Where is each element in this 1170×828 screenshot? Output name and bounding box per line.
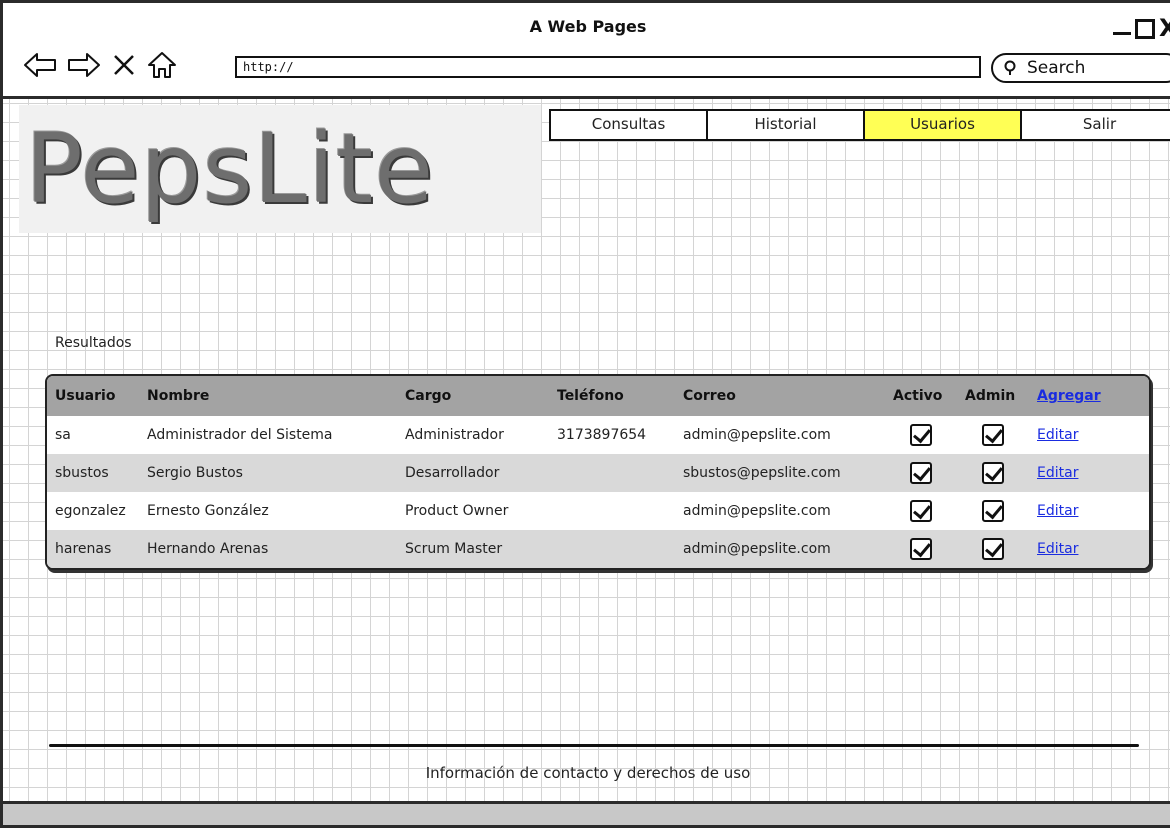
cell-correo: admin@pepslite.com xyxy=(675,530,885,568)
menu-item-historial[interactable]: Historial xyxy=(708,111,865,139)
cell-telefono xyxy=(549,454,675,492)
cell-activo xyxy=(885,454,957,492)
cell-nombre: Administrador del Sistema xyxy=(139,416,397,454)
app-logo: PepsLite xyxy=(19,105,541,233)
users-table: Usuario Nombre Cargo Teléfono Correo Act… xyxy=(47,376,1149,568)
edit-link[interactable]: Editar xyxy=(1037,465,1078,481)
search-icon xyxy=(1004,60,1016,75)
col-header-cargo: Cargo xyxy=(397,376,549,416)
cell-nombre: Ernesto González xyxy=(139,492,397,530)
back-arrow-icon[interactable] xyxy=(23,52,57,78)
cell-action: Editar xyxy=(1029,492,1149,530)
col-header-telefono: Teléfono xyxy=(549,376,675,416)
search-placeholder: Search xyxy=(1027,58,1086,78)
close-window-icon[interactable]: X xyxy=(1159,17,1170,39)
cell-telefono xyxy=(549,530,675,568)
results-heading: Resultados xyxy=(55,335,132,351)
menu-item-consultas[interactable]: Consultas xyxy=(551,111,708,139)
col-header-usuario: Usuario xyxy=(47,376,139,416)
edit-link[interactable]: Editar xyxy=(1037,541,1078,557)
home-icon[interactable] xyxy=(147,51,177,79)
cell-activo xyxy=(885,530,957,568)
activo-checkbox[interactable] xyxy=(910,538,932,560)
cell-telefono: 3173897654 xyxy=(549,416,675,454)
cell-telefono xyxy=(549,492,675,530)
cell-usuario: sa xyxy=(47,416,139,454)
col-header-admin: Admin xyxy=(957,376,1029,416)
edit-link[interactable]: Editar xyxy=(1037,427,1078,443)
cell-nombre: Hernando Arenas xyxy=(139,530,397,568)
cell-correo: sbustos@pepslite.com xyxy=(675,454,885,492)
forward-arrow-icon[interactable] xyxy=(67,52,101,78)
col-header-correo: Correo xyxy=(675,376,885,416)
stop-icon[interactable] xyxy=(111,52,137,78)
add-user-link[interactable]: Agregar xyxy=(1037,388,1101,404)
cell-admin xyxy=(957,530,1029,568)
menu-item-usuarios[interactable]: Usuarios xyxy=(865,111,1022,139)
footer-info: Información de contacto y derechos de us… xyxy=(425,764,751,782)
browser-window: A Web Pages X http:// xyxy=(0,0,1170,828)
cell-cargo: Product Owner xyxy=(397,492,549,530)
cell-activo xyxy=(885,416,957,454)
cell-admin xyxy=(957,492,1029,530)
table-row: sa Administrador del Sistema Administrad… xyxy=(47,416,1149,454)
cell-correo: admin@pepslite.com xyxy=(675,492,885,530)
cell-action: Editar xyxy=(1029,530,1149,568)
activo-checkbox[interactable] xyxy=(910,500,932,522)
status-bar xyxy=(3,801,1170,825)
menu-item-salir[interactable]: Salir xyxy=(1022,111,1170,139)
nav-buttons xyxy=(23,51,177,79)
cell-usuario: sbustos xyxy=(47,454,139,492)
table-row: egonzalez Ernesto González Product Owner… xyxy=(47,492,1149,530)
cell-correo: admin@pepslite.com xyxy=(675,416,885,454)
col-header-activo: Activo xyxy=(885,376,957,416)
table-row: sbustos Sergio Bustos Desarrollador sbus… xyxy=(47,454,1149,492)
activo-checkbox[interactable] xyxy=(910,424,932,446)
cell-admin xyxy=(957,416,1029,454)
admin-checkbox[interactable] xyxy=(982,500,1004,522)
users-table-container: Usuario Nombre Cargo Teléfono Correo Act… xyxy=(45,374,1151,570)
col-header-nombre: Nombre xyxy=(139,376,397,416)
main-menu: Consultas Historial Usuarios Salir xyxy=(549,109,1170,141)
page-content: PepsLite Consultas Historial Usuarios Sa… xyxy=(3,99,1170,801)
admin-checkbox[interactable] xyxy=(982,462,1004,484)
cell-usuario: harenas xyxy=(47,530,139,568)
admin-checkbox[interactable] xyxy=(982,538,1004,560)
cell-cargo: Scrum Master xyxy=(397,530,549,568)
footer-divider xyxy=(49,744,1139,747)
admin-checkbox[interactable] xyxy=(982,424,1004,446)
col-header-actions: Agregar xyxy=(1029,376,1149,416)
window-controls: X xyxy=(1113,13,1170,39)
browser-chrome: A Web Pages X http:// xyxy=(3,3,1170,99)
cell-usuario: egonzalez xyxy=(47,492,139,530)
cell-action: Editar xyxy=(1029,454,1149,492)
cell-activo xyxy=(885,492,957,530)
maximize-icon[interactable] xyxy=(1135,19,1155,39)
edit-link[interactable]: Editar xyxy=(1037,503,1078,519)
cell-cargo: Desarrollador xyxy=(397,454,549,492)
window-title: A Web Pages xyxy=(529,17,647,36)
activo-checkbox[interactable] xyxy=(910,462,932,484)
table-header-row: Usuario Nombre Cargo Teléfono Correo Act… xyxy=(47,376,1149,416)
search-box[interactable]: Search xyxy=(991,53,1170,83)
cell-cargo: Administrador xyxy=(397,416,549,454)
cell-nombre: Sergio Bustos xyxy=(139,454,397,492)
minimize-icon[interactable] xyxy=(1113,32,1131,35)
cell-admin xyxy=(957,454,1029,492)
cell-action: Editar xyxy=(1029,416,1149,454)
address-bar[interactable]: http:// xyxy=(235,56,981,78)
table-row: harenas Hernando Arenas Scrum Master adm… xyxy=(47,530,1149,568)
